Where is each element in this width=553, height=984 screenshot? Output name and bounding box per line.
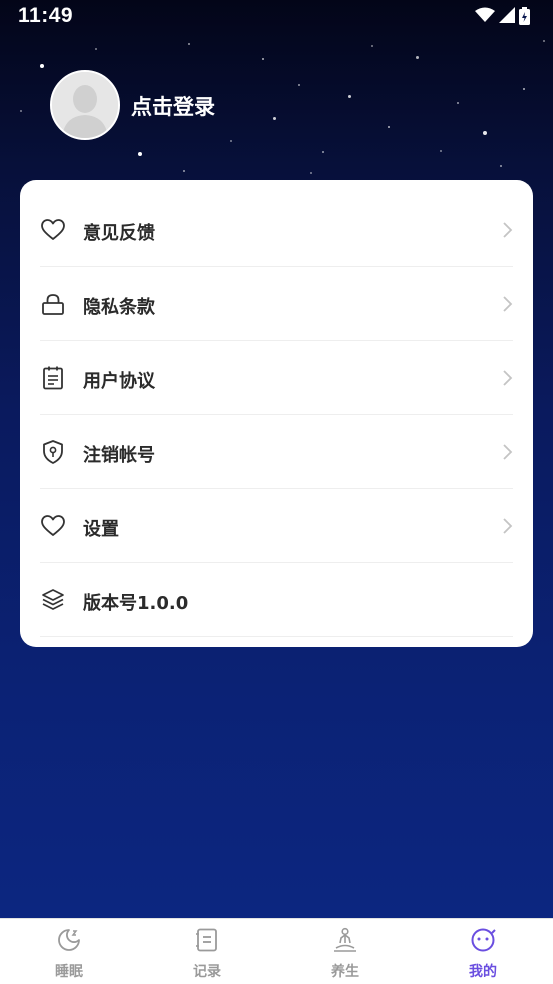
tab-records[interactable]: 记录: [138, 919, 276, 984]
menu-item-settings[interactable]: 设置: [40, 489, 513, 563]
version-label: 版本号1.0.0: [83, 593, 189, 614]
chevron-right-icon: [503, 222, 513, 238]
moon-icon: [58, 929, 80, 951]
bottom-tab-bar: 睡眠 记录 养生 我的: [0, 918, 553, 984]
login-link[interactable]: 点击登录: [131, 91, 215, 121]
tab-label: 睡眠: [55, 964, 83, 980]
status-time: 11:49: [18, 4, 74, 27]
clipboard-icon: [43, 366, 63, 390]
shield-icon: [43, 440, 63, 464]
chevron-right-icon: [503, 444, 513, 460]
battery-icon: [519, 7, 530, 29]
menu-item-label: 意见反馈: [83, 223, 155, 244]
avatar[interactable]: [50, 70, 120, 140]
tab-label: 养生: [331, 964, 359, 980]
status-icons: [475, 7, 539, 25]
chevron-right-icon: [503, 296, 513, 312]
chevron-right-icon: [503, 518, 513, 534]
menu-item-delete-account[interactable]: 注销帐号: [40, 415, 513, 489]
menu-item-label: 注销帐号: [83, 445, 155, 466]
tab-sleep[interactable]: 睡眠: [0, 919, 138, 984]
status-bar: 11:49: [0, 0, 553, 36]
signal-icon: [499, 7, 515, 27]
wifi-icon: [475, 7, 495, 27]
heart-icon: [41, 219, 65, 240]
lock-icon: [42, 294, 64, 315]
menu-item-version: 版本号1.0.0: [40, 563, 513, 637]
menu-item-label: 隐私条款: [83, 297, 155, 318]
layers-icon: [42, 589, 64, 610]
default-avatar-icon: [52, 72, 118, 138]
menu-item-privacy[interactable]: 隐私条款: [40, 267, 513, 341]
tab-label: 记录: [193, 964, 221, 980]
menu-item-feedback[interactable]: 意见反馈: [40, 193, 513, 267]
tab-mine[interactable]: 我的: [414, 919, 552, 984]
notebook-icon: [196, 928, 217, 952]
meditation-icon: [334, 927, 356, 952]
tab-wellness[interactable]: 养生: [276, 919, 414, 984]
menu-card: 意见反馈 隐私条款 用户协议 注销帐号 设置 版本号1.0.0: [20, 180, 533, 647]
heart-icon: [41, 515, 65, 536]
smiley-icon: [471, 928, 496, 952]
chevron-right-icon: [503, 370, 513, 386]
menu-item-user-agreement[interactable]: 用户协议: [40, 341, 513, 415]
tab-label: 我的: [469, 964, 497, 980]
menu-item-label: 设置: [83, 519, 119, 540]
menu-item-label: 用户协议: [83, 371, 155, 392]
